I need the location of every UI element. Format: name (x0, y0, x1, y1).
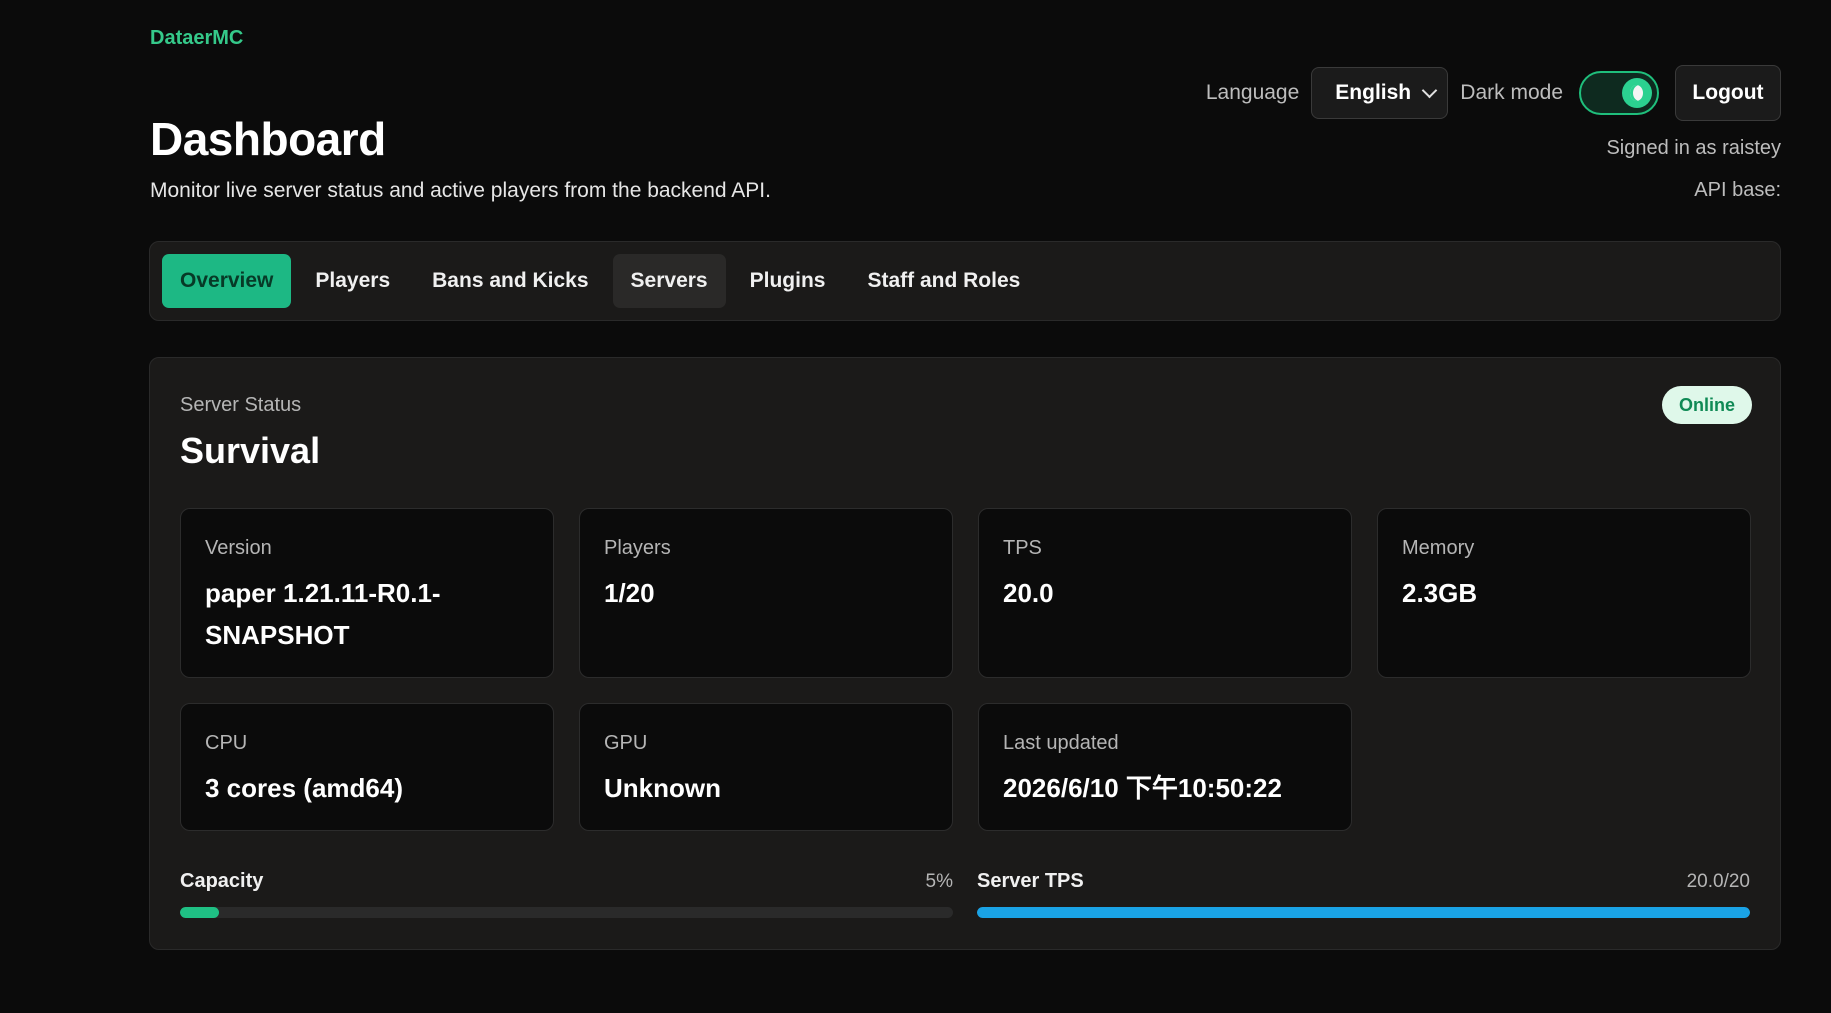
stat-card-last-updated: Last updated 2026/6/10 下午10:50:22 (978, 703, 1352, 831)
server-name: Survival (180, 430, 321, 471)
signed-in-text: Signed in as raistey (1606, 137, 1781, 159)
stat-value: 2.3GB (1402, 578, 1478, 608)
capacity-track (180, 907, 953, 918)
server-tps-track (977, 907, 1750, 918)
server-tps-meter: Server TPS 20.0/20 (977, 870, 1750, 918)
page-subtitle: Monitor live server status and active pl… (150, 179, 771, 202)
server-tps-fill (977, 907, 1750, 918)
tab-staff-and-roles[interactable]: Staff and Roles (849, 254, 1038, 308)
stat-value: 3 cores (amd64) (205, 773, 403, 803)
capacity-value: 5% (925, 871, 953, 892)
tab-servers[interactable]: Servers (612, 254, 726, 308)
server-tps-value: 20.0/20 (1686, 871, 1750, 892)
language-label: Language (1205, 81, 1300, 104)
dark-mode-toggle[interactable] (1579, 71, 1659, 115)
panel-eyebrow: Server Status (180, 394, 302, 416)
stat-value: 1/20 (604, 578, 655, 608)
stat-label: TPS (1003, 537, 1042, 559)
tab-players[interactable]: Players (297, 254, 408, 308)
stat-value: paper 1.21.11-R0.1-SNAPSHOT (205, 578, 441, 650)
stat-card-players: Players 1/20 (579, 508, 953, 678)
moon-icon (1622, 78, 1652, 108)
stat-label: Memory (1402, 537, 1475, 559)
main-tabs: Overview Players Bans and Kicks Servers … (149, 241, 1781, 321)
page-title: Dashboard (150, 113, 386, 165)
brand-logo-text[interactable]: DataerMC (150, 27, 243, 50)
stat-label: Last updated (1003, 732, 1119, 754)
stat-value: Unknown (604, 773, 721, 803)
stat-label: Players (604, 537, 671, 559)
header-controls: Language English Dark mode Logout (1206, 65, 1781, 121)
stat-card-cpu: CPU 3 cores (amd64) (180, 703, 554, 831)
stat-card-tps: TPS 20.0 (978, 508, 1352, 678)
stat-card-gpu: GPU Unknown (579, 703, 953, 831)
api-base-text: API base: (1694, 179, 1781, 201)
capacity-meter: Capacity 5% (180, 870, 953, 918)
stat-label: CPU (205, 732, 248, 754)
language-select-value: English (1335, 81, 1412, 104)
tab-bans-and-kicks[interactable]: Bans and Kicks (414, 254, 606, 308)
server-status-panel: Server Status Survival Online Version pa… (149, 357, 1781, 950)
stat-value: 2026/6/10 下午10:50:22 (1003, 773, 1282, 803)
tab-plugins[interactable]: Plugins (732, 254, 844, 308)
language-select[interactable]: English (1311, 67, 1449, 119)
chevron-down-icon (1422, 82, 1438, 99)
stat-label: GPU (604, 732, 648, 754)
capacity-fill (180, 907, 219, 918)
server-tps-label: Server TPS (977, 870, 1084, 892)
stats-grid: Version paper 1.21.11-R0.1-SNAPSHOT Play… (180, 508, 1751, 831)
stat-value: 20.0 (1003, 578, 1054, 608)
logout-button[interactable]: Logout (1675, 65, 1781, 121)
status-badge: Online (1661, 386, 1752, 424)
dashboard-page: DataerMC Dashboard Monitor live server s… (0, 0, 1831, 1013)
stat-card-version: Version paper 1.21.11-R0.1-SNAPSHOT (180, 508, 554, 678)
stat-label: Version (205, 537, 272, 559)
capacity-label: Capacity (180, 870, 264, 892)
tab-overview[interactable]: Overview (162, 254, 292, 308)
stat-card-memory: Memory 2.3GB (1377, 508, 1751, 678)
dark-mode-label: Dark mode (1460, 81, 1563, 104)
